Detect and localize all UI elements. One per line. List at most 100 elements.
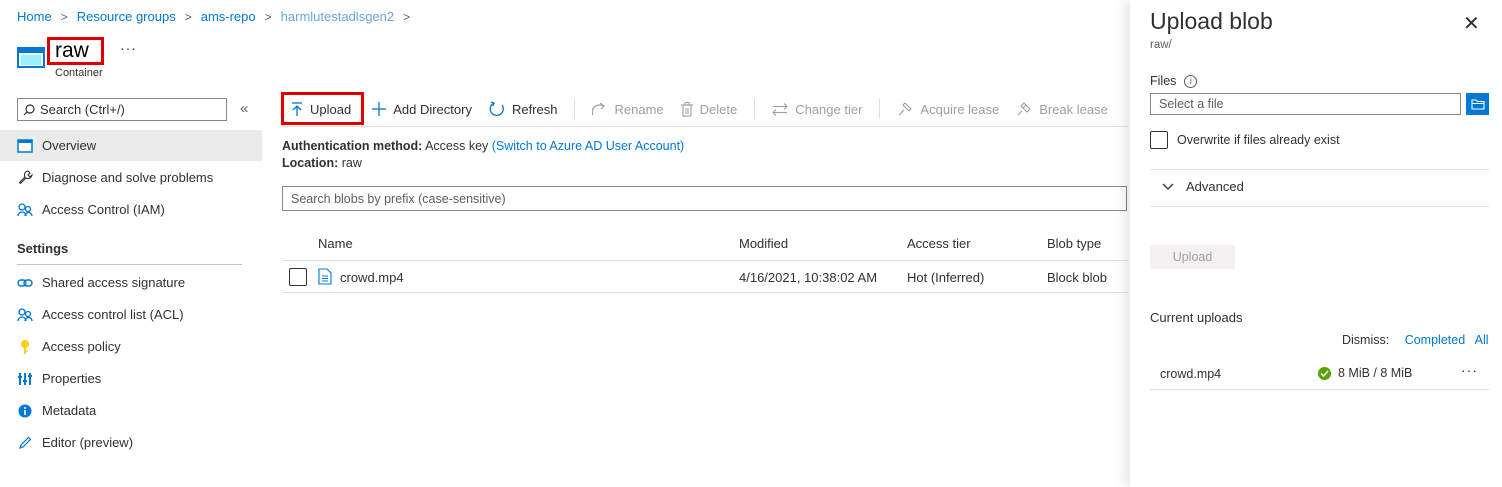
dismiss-row: Dismiss: Completed All	[1342, 333, 1489, 347]
refresh-button[interactable]: Refresh	[489, 101, 558, 117]
divider	[17, 264, 242, 265]
divider	[282, 260, 1128, 261]
chevron-right-icon: >	[60, 9, 68, 24]
sidebar-item-access-policy[interactable]: Access policy	[0, 331, 262, 362]
wrench-icon	[17, 170, 33, 186]
change-tier-label: Change tier	[795, 101, 863, 117]
more-options-icon[interactable]: ···	[120, 40, 137, 56]
toolbar-divider	[879, 99, 881, 119]
upload-highlight	[281, 92, 364, 125]
sidebar-search-input[interactable]: Search (Ctrl+/)	[17, 98, 227, 121]
column-header-access-tier[interactable]: Access tier	[907, 236, 971, 251]
overwrite-checkbox[interactable]	[1150, 131, 1168, 149]
sidebar-item-label: Metadata	[42, 403, 97, 418]
auth-method-value: Access key	[425, 139, 489, 153]
page-title: raw	[55, 39, 89, 62]
sidebar-item-diagnose[interactable]: Diagnose and solve problems	[0, 162, 262, 193]
sidebar-item-properties[interactable]: Properties	[0, 363, 262, 394]
upload-item-name: crowd.mp4	[1160, 367, 1222, 381]
divider	[1150, 389, 1489, 390]
files-label: Files	[1150, 74, 1177, 88]
change-tier-button[interactable]: Change tier	[772, 102, 862, 117]
sidebar-item-shared-access-signature[interactable]: Shared access signature	[0, 267, 262, 298]
break-lease-icon	[1017, 102, 1031, 116]
dismiss-completed-link[interactable]: Completed	[1405, 333, 1465, 347]
acquire-lease-label: Acquire lease	[920, 101, 1000, 117]
blob-search-input[interactable]: Search blobs by prefix (case-sensitive)	[282, 186, 1127, 211]
breadcrumb-ams-repo[interactable]: ams-repo	[201, 9, 256, 24]
more-options-icon[interactable]: ···	[1461, 362, 1478, 378]
sidebar-item-access-control[interactable]: Access Control (IAM)	[0, 194, 262, 225]
acquire-lease-button[interactable]: Acquire lease	[897, 101, 999, 117]
advanced-label: Advanced	[1186, 179, 1244, 194]
sidebar-item-label: Editor (preview)	[42, 435, 134, 450]
rename-button[interactable]: Rename	[592, 102, 664, 117]
toolbar-divider	[754, 99, 756, 119]
location-label: Location:	[282, 156, 339, 170]
sidebar-item-acl[interactable]: Access control list (ACL)	[0, 299, 262, 330]
info-icon	[17, 403, 33, 419]
add-directory-button[interactable]: Add Directory	[372, 102, 472, 117]
panel-subtitle: raw/	[1150, 39, 1172, 51]
chevron-down-icon	[1162, 183, 1174, 190]
chevron-right-icon: >	[184, 9, 192, 24]
switch-auth-link[interactable]: (Switch to Azure AD User Account)	[492, 139, 684, 153]
blob-modified: 4/16/2021, 10:38:02 AM	[739, 270, 878, 285]
upload-item-progress: 8 MiB / 8 MiB	[1338, 366, 1413, 380]
dismiss-all-link[interactable]: All	[1475, 333, 1489, 347]
acquire-lease-icon	[899, 102, 913, 116]
key-icon	[17, 339, 33, 355]
link-icon	[17, 275, 33, 291]
row-checkbox[interactable]	[289, 268, 307, 286]
column-header-modified[interactable]: Modified	[739, 236, 788, 251]
delete-button[interactable]: Delete	[680, 101, 737, 117]
sidebar-item-label: Access Control (IAM)	[42, 202, 165, 217]
file-input-placeholder: Select a file	[1159, 97, 1224, 111]
sidebar-item-editor[interactable]: Editor (preview)	[0, 427, 262, 458]
advanced-toggle[interactable]: Advanced	[1162, 179, 1244, 194]
blob-access-tier: Hot (Inferred)	[907, 270, 985, 285]
sidebar-item-overview[interactable]: Overview	[0, 130, 262, 161]
folder-icon	[1470, 98, 1485, 110]
swap-arrows-icon	[772, 102, 788, 116]
break-lease-label: Break lease	[1039, 101, 1108, 117]
refresh-label: Refresh	[511, 101, 558, 117]
breadcrumb-storage-account[interactable]: harmlutestadlsgen2	[281, 9, 394, 24]
close-icon[interactable]: ✕	[1463, 11, 1480, 36]
chevron-right-icon: >	[264, 9, 272, 24]
dismiss-label: Dismiss:	[1342, 333, 1390, 347]
upload-item-status: 8 MiB / 8 MiB	[1318, 366, 1412, 380]
column-header-blob-type[interactable]: Blob type	[1047, 236, 1101, 251]
breadcrumb-home[interactable]: Home	[17, 9, 52, 24]
sidebar-item-metadata[interactable]: Metadata	[0, 395, 262, 426]
sidebar-item-label: Diagnose and solve problems	[42, 170, 214, 185]
pencil-icon	[17, 435, 33, 451]
refresh-icon	[489, 101, 504, 117]
file-icon	[318, 268, 332, 285]
trash-icon	[680, 101, 693, 117]
column-header-name[interactable]: Name	[318, 236, 353, 251]
blob-name-link[interactable]: crowd.mp4	[340, 270, 404, 285]
rename-icon	[592, 102, 606, 116]
people-icon	[17, 202, 33, 218]
search-icon	[23, 103, 35, 115]
properties-icon	[17, 371, 33, 387]
break-lease-button[interactable]: Break lease	[1016, 101, 1108, 117]
breadcrumb-resource-groups[interactable]: Resource groups	[77, 9, 176, 24]
info-icon[interactable]: i	[1184, 74, 1198, 88]
location-value: raw	[341, 156, 362, 170]
panel-title: Upload blob	[1150, 8, 1273, 34]
add-directory-label: Add Directory	[393, 101, 472, 117]
file-input[interactable]: Select a file	[1150, 93, 1461, 115]
breadcrumb: Home > Resource groups > ams-repo > harm…	[17, 9, 419, 24]
panel-upload-button[interactable]: Upload	[1150, 245, 1235, 269]
plus-icon	[372, 102, 387, 116]
overwrite-option[interactable]: Overwrite if files already exist	[1150, 131, 1340, 149]
upload-blob-panel: Upload blob ✕ raw/ Files i Select a file…	[1130, 0, 1502, 487]
collapse-sidebar-icon[interactable]: «	[240, 100, 248, 117]
toolbar-divider	[574, 99, 576, 119]
browse-files-button[interactable]	[1466, 93, 1489, 115]
toolbar: Upload Add Directory Refresh Rename Dele…	[282, 93, 1125, 125]
settings-section-label: Settings	[17, 241, 69, 256]
blob-search-placeholder: Search blobs by prefix (case-sensitive)	[291, 191, 506, 206]
